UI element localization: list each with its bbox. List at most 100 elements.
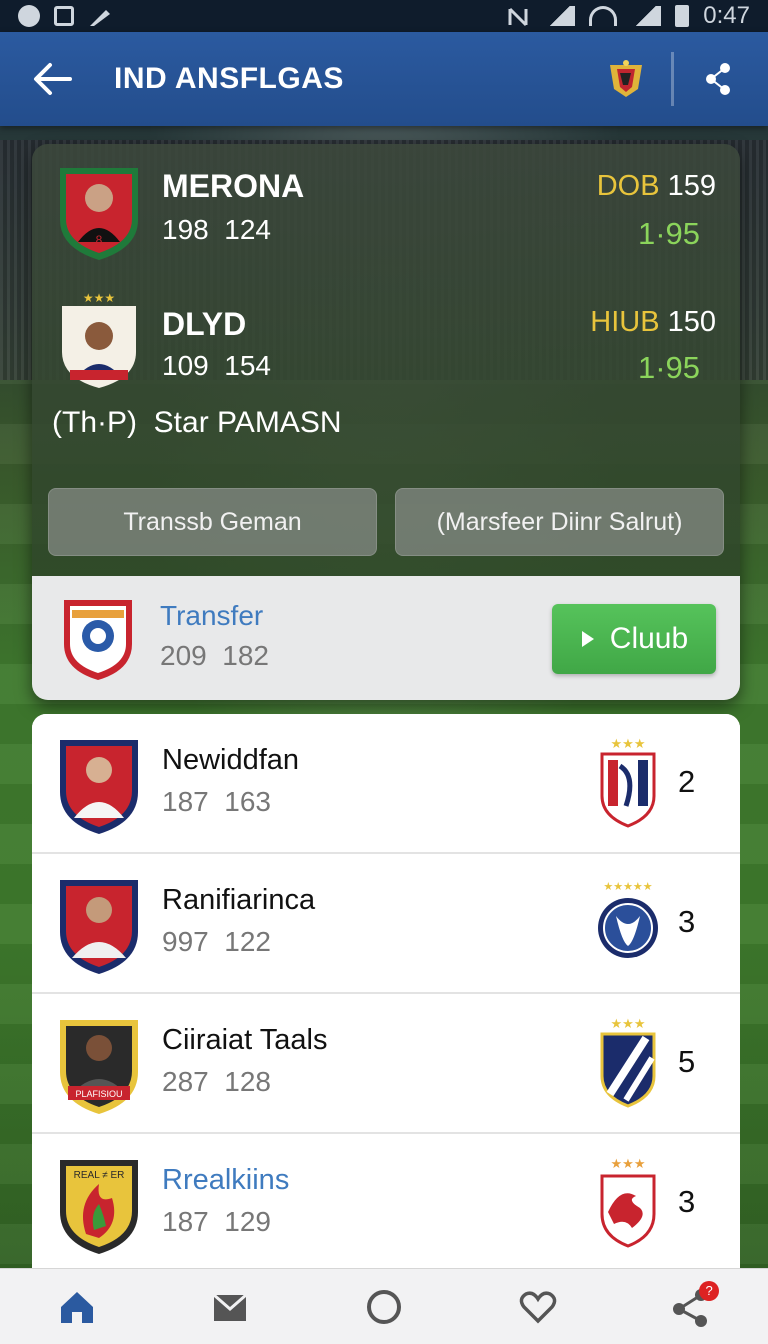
club-stats: 187 129 xyxy=(162,1206,271,1238)
list-item[interactable]: Ranifiarinca 997 122 ★★★★★ 3 xyxy=(32,854,740,994)
player-stats: 287 128 xyxy=(162,1066,271,1098)
play-icon xyxy=(581,631,594,647)
svg-text:★★★★★: ★★★★★ xyxy=(603,880,652,893)
home-team-row[interactable]: 8 MERONA 198 124 DOB 159 1·95 xyxy=(32,162,740,272)
share-button[interactable] xyxy=(698,59,738,99)
app-bar-divider xyxy=(671,52,674,106)
list-item[interactable]: PLAFISIOU Ciiraiat Taals 287 128 ★★★ 5 xyxy=(32,994,740,1134)
club-badge: ★★★★★ xyxy=(598,880,658,958)
club-rank: 3 xyxy=(678,1184,696,1219)
home-odds-value: 159 xyxy=(667,170,716,202)
player-stats: 187 163 xyxy=(162,786,271,818)
list-item[interactable]: Newiddfan 187 163 ★★★ 2 xyxy=(32,714,740,854)
match-card: 8 MERONA 198 124 DOB 159 1·95 ★★★ DLYD 1… xyxy=(32,144,740,700)
signal-icon xyxy=(545,6,576,26)
status-bar: 0:47 xyxy=(0,0,768,32)
mail-icon xyxy=(213,1293,248,1321)
notification-badge: ? xyxy=(699,1280,720,1301)
nav-circle[interactable] xyxy=(354,1277,414,1337)
player-crest xyxy=(60,880,138,974)
crest-lettering: REAL ≠ ER xyxy=(74,1170,125,1181)
away-stat-1: 109 xyxy=(162,350,209,381)
transfer-panel: Transfer 209 182 Cluub xyxy=(32,576,740,700)
match-summary: 8 MERONA 198 124 DOB 159 1·95 ★★★ DLYD 1… xyxy=(32,144,740,576)
club-button[interactable]: Cluub xyxy=(552,604,716,674)
player-rank: 2 xyxy=(678,764,696,799)
notification-icon xyxy=(18,5,40,27)
away-odds-value: 150 xyxy=(667,306,716,338)
home-odds-label: DOB xyxy=(596,170,660,202)
list-item[interactable]: REAL ≠ ER Rrealkiins 187 129 ★★★ 3 xyxy=(32,1134,740,1274)
heart-icon xyxy=(519,1290,556,1323)
player-list: Newiddfan 187 163 ★★★ 2 Ranifiarinca 997… xyxy=(32,714,740,1274)
bottom-navigation: ? xyxy=(0,1268,768,1344)
transfer-label[interactable]: Transfer xyxy=(160,600,263,632)
home-odds[interactable]: 1·95 xyxy=(638,216,700,252)
player-stats: 997 122 xyxy=(162,926,271,958)
player-stat-2: 163 xyxy=(224,786,271,817)
player-crest: PLAFISIOU xyxy=(60,1020,138,1114)
home-odds-header: DOB 159 xyxy=(597,170,716,203)
svg-text:★★★: ★★★ xyxy=(83,292,115,305)
nav-share[interactable]: ? xyxy=(661,1277,721,1337)
away-stat-2: 154 xyxy=(224,350,271,381)
status-time: 0:47 xyxy=(703,2,750,29)
player-stat-2: 122 xyxy=(224,926,271,957)
away-odds-label: HIUB xyxy=(590,306,660,338)
share-icon xyxy=(706,63,730,95)
transfer-stat-2: 182 xyxy=(222,640,269,671)
club-badge: ★★★ xyxy=(600,1157,656,1248)
nav-favorites[interactable] xyxy=(508,1277,568,1337)
away-odds[interactable]: 1·95 xyxy=(638,350,700,386)
arrow-left-icon xyxy=(34,63,72,95)
svg-text:★★★: ★★★ xyxy=(611,1017,646,1032)
wifi-icon xyxy=(589,6,618,26)
transfer-stats: 209 182 xyxy=(160,640,269,672)
player-name: Ciiraiat Taals xyxy=(162,1024,328,1056)
player-stat-1: 187 xyxy=(162,786,209,817)
home-team-stats: 198 124 xyxy=(162,214,271,246)
svg-text:★★★: ★★★ xyxy=(611,737,646,752)
gallery-icon xyxy=(54,6,74,26)
club-stat-2: 129 xyxy=(224,1206,271,1237)
player-name: Ranifiarinca xyxy=(162,884,316,916)
club-crest: REAL ≠ ER xyxy=(60,1160,138,1254)
nav-messages[interactable] xyxy=(200,1277,260,1337)
club-badge: ★★★ xyxy=(600,1017,656,1108)
player-name: Newiddfan xyxy=(162,744,300,776)
player-stat-2: 128 xyxy=(224,1066,271,1097)
match-actions: Transsb Geman (Marsfeer Diinr Salrut) xyxy=(48,488,724,556)
battery-icon xyxy=(675,5,690,27)
home-team-name: MERONA xyxy=(162,168,305,204)
player-rank: 3 xyxy=(678,904,696,939)
back-button[interactable] xyxy=(30,57,74,101)
home-stat-2: 124 xyxy=(224,214,271,245)
player-stat-1: 997 xyxy=(162,926,209,957)
player-stat-1: 287 xyxy=(162,1066,209,1097)
club-badge: ★★★ xyxy=(600,737,656,828)
nfc-icon xyxy=(507,6,531,27)
crest-lettering: PLAFISIOU xyxy=(75,1089,122,1099)
circle-icon xyxy=(366,1289,401,1324)
cell-signal-icon xyxy=(631,6,662,26)
page-title: IND ANSFLGAS xyxy=(114,62,344,95)
transfer-club-crest xyxy=(64,600,132,680)
away-team-stats: 109 154 xyxy=(162,350,271,382)
away-team-crest: ★★★ xyxy=(62,292,136,388)
edit-icon xyxy=(88,6,112,26)
transfer-stat-1: 209 xyxy=(160,640,207,671)
svg-text:8: 8 xyxy=(96,233,103,247)
away-team-row[interactable]: ★★★ DLYD 109 154 HIUB 150 1·95 xyxy=(32,292,740,402)
player-rank: 5 xyxy=(678,1044,696,1079)
transfer-details-button[interactable]: (Marsfeer Diinr Salrut) xyxy=(395,488,724,556)
nav-home[interactable] xyxy=(47,1277,107,1337)
transfer-german-button[interactable]: Transsb Geman xyxy=(48,488,377,556)
home-team-crest: 8 xyxy=(60,168,138,260)
club-badge-icon[interactable] xyxy=(607,59,645,99)
star-player-line: (Th·P) Star PAMASN xyxy=(52,406,342,440)
app-bar: IND ANSFLGAS xyxy=(0,32,768,126)
club-button-label: Cluub xyxy=(609,622,689,655)
home-stat-1: 198 xyxy=(162,214,209,245)
club-stat-1: 187 xyxy=(162,1206,209,1237)
away-odds-header: HIUB 150 xyxy=(590,306,716,339)
